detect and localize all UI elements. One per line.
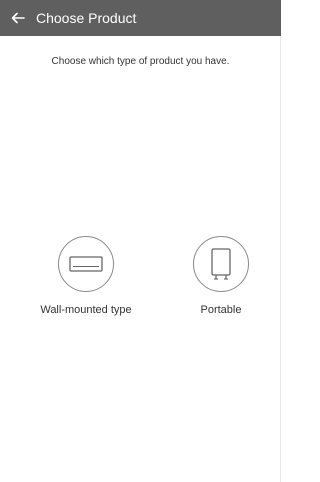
instruction-text: Choose which type of product you have. [51, 56, 230, 67]
wall-mounted-type-option[interactable]: Wall-mounted type [26, 236, 146, 316]
portable-label: Portable [200, 304, 242, 316]
arrow-left-icon [11, 12, 25, 24]
wall-mounted-icon-circle [58, 236, 114, 292]
back-button[interactable] [0, 0, 36, 36]
page-title: Choose Product [36, 10, 137, 26]
app-bar: Choose Product [0, 0, 281, 36]
wall-mounted-type-label: Wall-mounted type [40, 304, 132, 316]
portable-ac-icon [211, 248, 231, 280]
right-edge-divider [280, 36, 281, 482]
portable-option[interactable]: Portable [161, 236, 281, 316]
wall-mounted-ac-icon [69, 256, 103, 272]
portable-icon-circle [193, 236, 249, 292]
